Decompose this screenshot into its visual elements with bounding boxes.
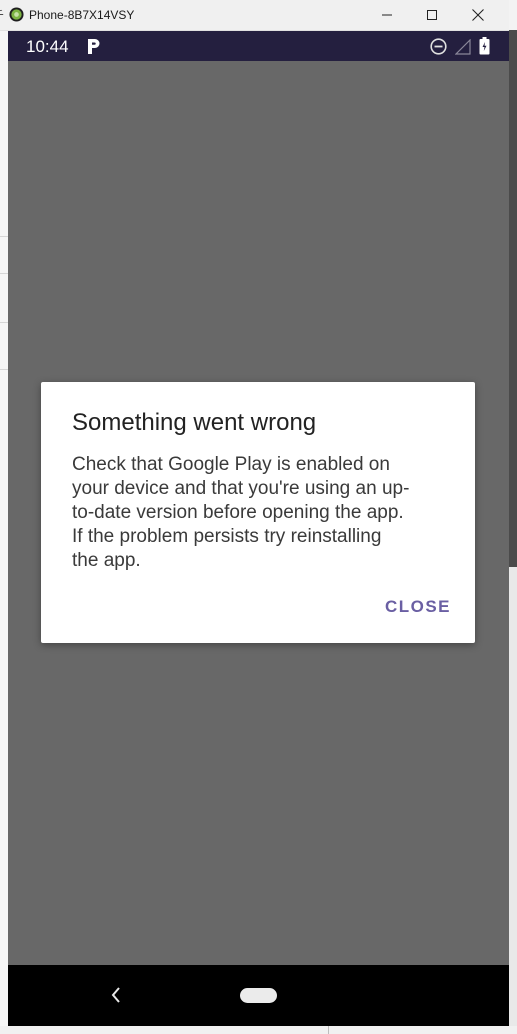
- window-title: Phone-8B7X14VSY: [29, 8, 135, 22]
- background-divider: [0, 322, 8, 323]
- navigation-bar: [8, 965, 509, 1026]
- status-bar: 10:44: [8, 31, 509, 61]
- window-titlebar[interactable]: 斤 Phone-8B7X14VSY: [0, 0, 509, 31]
- phone-screen[interactable]: 10:44 Something went wrong Check that Go…: [8, 31, 509, 1026]
- background-divider: [0, 273, 8, 274]
- battery-icon: [479, 37, 490, 55]
- close-window-button[interactable]: [455, 0, 501, 30]
- maximize-icon: [427, 10, 437, 20]
- background-divider: [0, 236, 8, 237]
- background-divider: [328, 1026, 329, 1034]
- back-icon[interactable]: [109, 986, 123, 1004]
- status-time: 10:44: [26, 37, 69, 56]
- maximize-button[interactable]: [409, 0, 455, 30]
- minimize-icon: [382, 14, 392, 16]
- minimize-button[interactable]: [364, 0, 410, 30]
- signal-icon: [455, 39, 471, 55]
- background-window-bottom: [0, 1026, 517, 1034]
- android-emulator-icon: [9, 7, 24, 22]
- background-scrollbar: [509, 30, 517, 567]
- dialog-title: Something went wrong: [72, 409, 317, 436]
- close-button[interactable]: CLOSE: [385, 597, 451, 617]
- background-window-left: [0, 30, 8, 1034]
- background-window-glyph: 斤: [0, 7, 4, 24]
- home-pill-icon[interactable]: [240, 988, 277, 1003]
- background-divider: [0, 369, 8, 370]
- parking-p-icon: [88, 39, 100, 54]
- error-dialog: Something went wrong Check that Google P…: [41, 382, 475, 643]
- close-icon: [472, 9, 484, 21]
- dialog-message: Check that Google Play is enabled on you…: [72, 454, 410, 571]
- do-not-disturb-icon: [430, 38, 447, 55]
